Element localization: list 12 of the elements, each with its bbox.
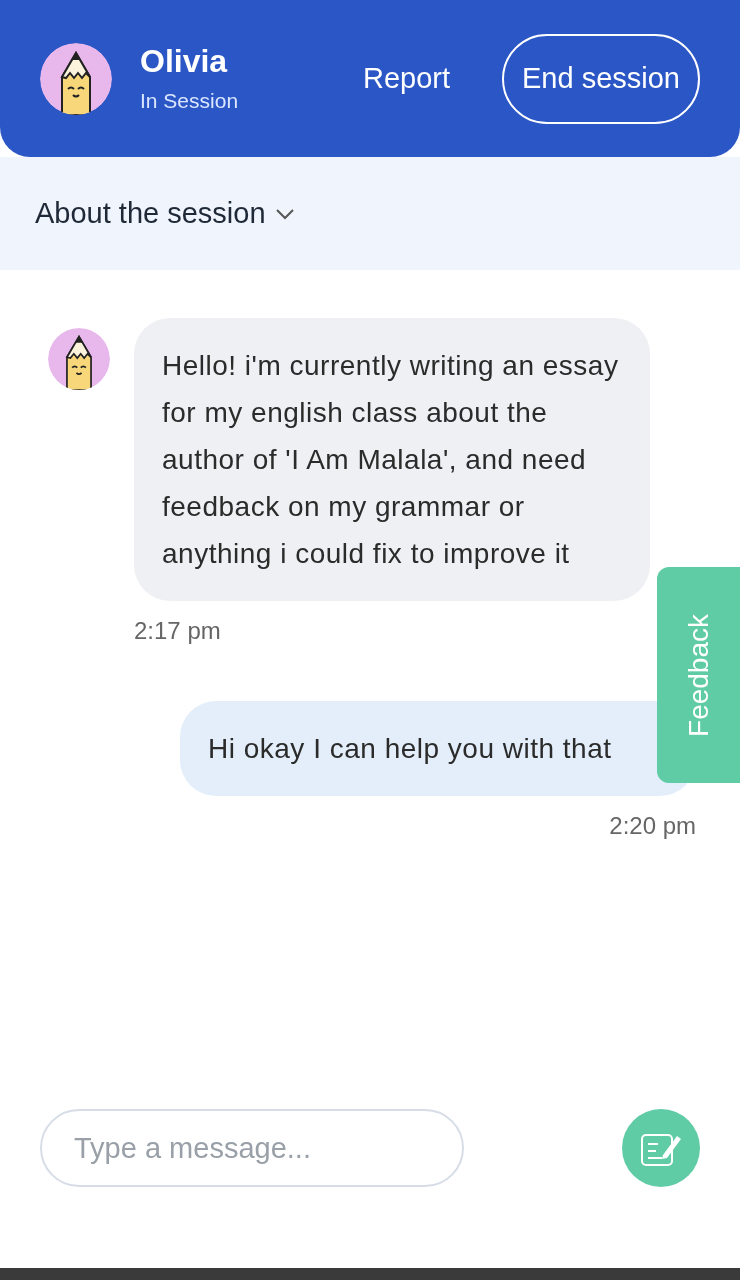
message-time: 2:20 pm (609, 811, 696, 841)
pencil-avatar-icon (40, 42, 112, 115)
end-session-button[interactable]: End session (502, 33, 700, 124)
session-status: In Session (140, 87, 240, 114)
pencil-avatar-icon (48, 328, 110, 390)
message-input[interactable]: Type a message... (40, 1109, 464, 1187)
message-bubble: Hello! i'm currently writing an essay for my english class about the author of 'I Am Malala', and need feedback on my grammar or anything i could fix to improve it (134, 318, 650, 601)
tutor-name: Olivia (140, 41, 229, 81)
report-button[interactable]: Report (354, 48, 458, 109)
about-label: About the session (35, 195, 266, 231)
message-time: 2:17 pm (134, 616, 222, 646)
about-section[interactable]: About the session (0, 157, 740, 270)
